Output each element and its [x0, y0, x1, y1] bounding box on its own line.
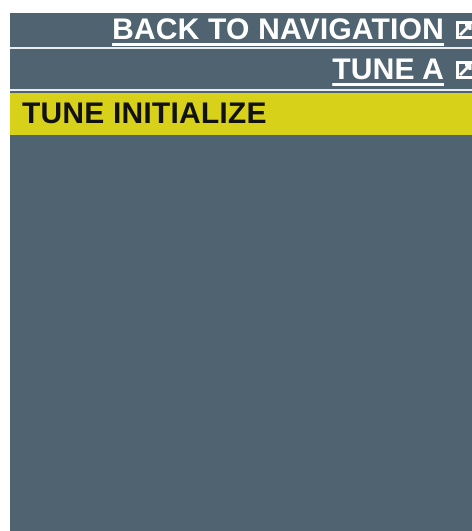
external-link-icon	[454, 20, 472, 40]
external-link-icon	[454, 60, 472, 80]
tune-a-item[interactable]: TUNE A	[10, 51, 472, 91]
tune-initialize-item[interactable]: TUNE INITIALIZE	[10, 93, 472, 135]
tune-initialize-label: TUNE INITIALIZE	[22, 97, 267, 130]
menu-screen: BACK TO NAVIGATION TUNE A TUNE INITIALIZ…	[10, 13, 472, 531]
tune-a-label: TUNE A	[332, 53, 444, 86]
back-to-navigation-label: BACK TO NAVIGATION	[112, 13, 444, 46]
back-to-navigation-item[interactable]: BACK TO NAVIGATION	[10, 13, 472, 49]
